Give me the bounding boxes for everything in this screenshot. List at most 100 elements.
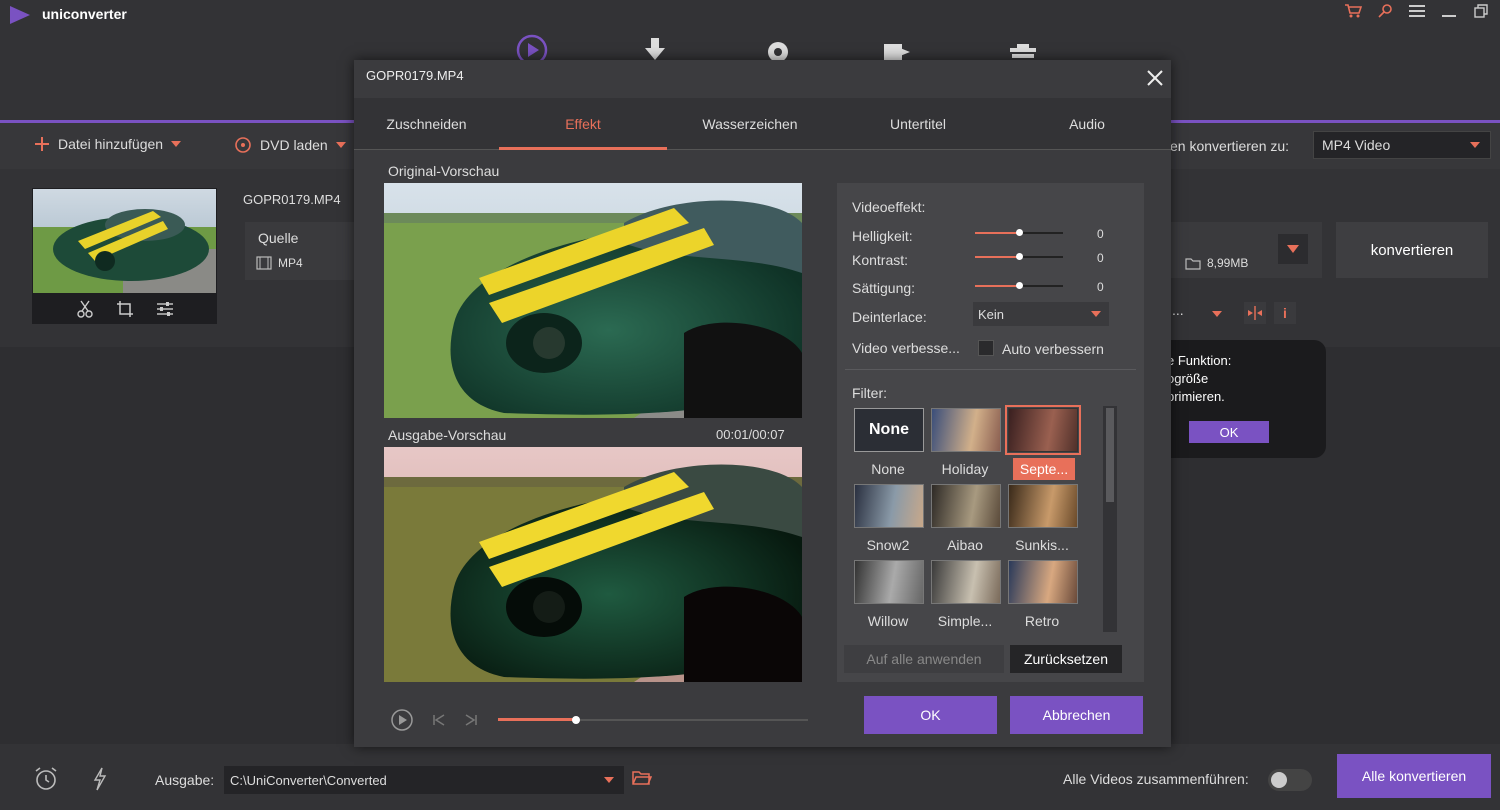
contrast-value: 0 bbox=[1097, 251, 1104, 265]
tab-divider bbox=[354, 149, 1171, 150]
convert-button[interactable]: konvertieren bbox=[1336, 222, 1488, 278]
tooltip-line: primieren. bbox=[1167, 389, 1225, 404]
chevron-down-icon[interactable] bbox=[1212, 311, 1222, 317]
film-icon bbox=[256, 256, 272, 270]
load-dvd-button[interactable]: DVD laden bbox=[234, 136, 346, 154]
filter-scrollbar-thumb[interactable] bbox=[1106, 408, 1114, 502]
alarm-clock-icon[interactable] bbox=[33, 766, 59, 795]
crop-icon[interactable] bbox=[116, 300, 134, 318]
chevron-down-icon[interactable] bbox=[171, 141, 182, 147]
contrast-slider-handle[interactable] bbox=[1016, 253, 1023, 260]
app-window: uniconverter Datei hinzufügen DVD laden … bbox=[0, 0, 1500, 810]
thumbnail-tools bbox=[32, 294, 217, 324]
output-preview bbox=[384, 447, 802, 682]
app-name: uniconverter bbox=[42, 6, 127, 22]
video-thumbnail[interactable] bbox=[33, 189, 216, 293]
brightness-slider-handle[interactable] bbox=[1016, 229, 1023, 236]
tab-audio[interactable]: Audio bbox=[1003, 98, 1171, 150]
chevron-down-icon bbox=[1287, 245, 1299, 253]
saturation-slider-fill bbox=[975, 285, 1019, 287]
file-size-value: 8,99MB bbox=[1207, 256, 1249, 270]
enhance-label: Video verbesse... bbox=[852, 340, 960, 356]
merge-videos-label: Alle Videos zusammenführen: bbox=[1063, 771, 1249, 787]
previous-frame-icon[interactable] bbox=[432, 713, 446, 727]
deinterlace-value: Kein bbox=[978, 306, 1005, 322]
chevron-down-icon[interactable] bbox=[335, 142, 346, 148]
minimize-icon[interactable] bbox=[1440, 2, 1458, 20]
play-icon[interactable] bbox=[390, 708, 414, 732]
tooltip-line: e Funktion: bbox=[1167, 353, 1232, 368]
dialog-title: GOPR0179.MP4 bbox=[366, 68, 464, 83]
add-file-label: Datei hinzufügen bbox=[58, 136, 164, 152]
info-icon[interactable]: i bbox=[1274, 302, 1296, 324]
filter-retro[interactable] bbox=[1008, 560, 1078, 604]
filter-snow2[interactable] bbox=[854, 484, 924, 528]
target-size: 8,99MB bbox=[1185, 256, 1248, 270]
scissors-icon[interactable] bbox=[76, 300, 94, 318]
filter-name: Snow2 bbox=[866, 537, 910, 553]
contrast-slider-fill bbox=[975, 256, 1019, 258]
merge-icon[interactable] bbox=[1244, 302, 1266, 324]
seek-bar-handle[interactable] bbox=[572, 716, 580, 724]
tab-effect[interactable]: Effekt bbox=[499, 98, 667, 150]
window-controls bbox=[1344, 2, 1490, 20]
menu-icon[interactable] bbox=[1408, 2, 1426, 20]
app-logo-icon bbox=[8, 4, 32, 29]
tab-crop[interactable]: Zuschneiden bbox=[354, 98, 499, 150]
selected-filter-name: Septe... bbox=[1013, 458, 1075, 480]
key-icon[interactable] bbox=[1376, 2, 1394, 20]
filter-willow[interactable] bbox=[854, 560, 924, 604]
tooltip-line: ogröße bbox=[1167, 371, 1209, 386]
filter-simple[interactable] bbox=[931, 560, 1001, 604]
filter-none[interactable]: None bbox=[854, 408, 924, 452]
next-frame-icon[interactable] bbox=[464, 713, 478, 727]
source-label: Quelle bbox=[258, 230, 299, 246]
target-dropdown-button[interactable] bbox=[1278, 234, 1308, 264]
selected-filter-border bbox=[1005, 405, 1081, 455]
filter-name: Simple... bbox=[937, 613, 993, 629]
cancel-button[interactable]: Abbrechen bbox=[1010, 696, 1143, 734]
load-dvd-label: DVD laden bbox=[260, 137, 328, 153]
video-effect-title: Videoeffekt: bbox=[852, 199, 926, 215]
lightning-icon[interactable] bbox=[92, 767, 108, 794]
dvd-icon bbox=[235, 137, 251, 153]
apply-to-all-button[interactable]: Auf alle anwenden bbox=[844, 645, 1004, 673]
deinterlace-select[interactable]: Kein bbox=[973, 302, 1109, 326]
effects-settings-icon[interactable] bbox=[156, 300, 174, 318]
filter-name: Retro bbox=[1024, 613, 1060, 629]
close-icon[interactable] bbox=[1145, 68, 1165, 88]
filter-sunkissed[interactable] bbox=[1008, 484, 1078, 528]
ok-button[interactable]: OK bbox=[864, 696, 997, 734]
filter-name: Willow bbox=[867, 613, 909, 629]
tab-watermark[interactable]: Wasserzeichen bbox=[667, 98, 833, 150]
brightness-slider-fill bbox=[975, 232, 1019, 234]
tab-subtitle[interactable]: Untertitel bbox=[833, 98, 1003, 150]
output-label: Ausgabe: bbox=[155, 772, 215, 788]
restore-icon[interactable] bbox=[1472, 2, 1490, 20]
saturation-slider-handle[interactable] bbox=[1016, 282, 1023, 289]
auto-enhance-label: Auto verbessern bbox=[1002, 341, 1104, 357]
saturation-label: Sättigung: bbox=[852, 280, 916, 296]
output-path-select[interactable]: C:\UniConverter\Converted bbox=[224, 766, 624, 794]
brightness-value: 0 bbox=[1097, 227, 1104, 241]
open-folder-icon[interactable] bbox=[632, 770, 653, 789]
chevron-down-icon bbox=[1091, 311, 1101, 317]
tooltip-ok-button[interactable]: OK bbox=[1189, 421, 1269, 443]
convert-all-button[interactable]: Alle konvertieren bbox=[1337, 754, 1491, 798]
timecode: 00:01/00:07 bbox=[716, 427, 785, 442]
file-name: GOPR0179.MP4 bbox=[243, 192, 341, 207]
cart-icon[interactable] bbox=[1344, 2, 1362, 20]
output-format-select[interactable]: MP4 Video bbox=[1313, 131, 1491, 159]
add-file-button[interactable]: Datei hinzufügen bbox=[34, 136, 182, 152]
panel-divider bbox=[845, 369, 1136, 370]
player-controls bbox=[390, 708, 478, 732]
output-format-value: MP4 Video bbox=[1322, 137, 1391, 153]
settings-ellipsis[interactable]: ... bbox=[1172, 302, 1184, 318]
reset-button[interactable]: Zurücksetzen bbox=[1010, 645, 1122, 673]
filter-holiday[interactable] bbox=[931, 408, 1001, 452]
filter-label: Filter: bbox=[852, 385, 887, 401]
toggle-knob[interactable] bbox=[1271, 772, 1287, 788]
contrast-label: Kontrast: bbox=[852, 252, 909, 268]
filter-aibao[interactable] bbox=[931, 484, 1001, 528]
auto-enhance-checkbox[interactable] bbox=[978, 340, 994, 356]
